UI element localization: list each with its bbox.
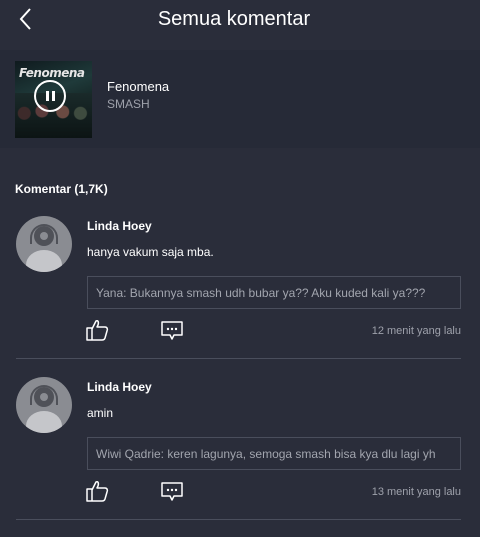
like-button[interactable] (86, 479, 110, 503)
song-title: Fenomena (107, 79, 170, 94)
album-cover: Fenomena (15, 61, 92, 138)
avatar[interactable] (16, 377, 72, 433)
comments-count-heading: Komentar (1,7K) (15, 182, 108, 196)
comment-text: amin (87, 406, 114, 420)
thumbs-up-icon (86, 481, 109, 502)
thumbs-up-icon (86, 320, 109, 341)
reply-preview[interactable]: Yana: Bukannya smash udh bubar ya?? Aku … (87, 276, 461, 309)
cover-title-text: Fenomena (19, 66, 85, 80)
comment-item: Linda Hoey hanya vakum saja mba. Yana: B… (0, 216, 480, 376)
comment-bubble-icon (161, 321, 183, 340)
reply-preview-text: Wiwi Qadrie: keren lagunya, semoga smash… (96, 447, 436, 461)
reply-button[interactable] (160, 481, 184, 503)
comment-timestamp: 13 menit yang lalu (371, 486, 461, 498)
reply-preview-text: Yana: Bukannya smash udh bubar ya?? Aku … (96, 286, 426, 300)
song-artist: SMASH (107, 97, 150, 111)
headphones-icon (30, 385, 58, 405)
header-bar: Semua komentar (0, 0, 480, 40)
pause-icon (46, 91, 49, 101)
comment-item: Linda Hoey amin Wiwi Qadrie: keren lagun… (0, 377, 480, 537)
divider (16, 519, 461, 520)
comment-author[interactable]: Linda Hoey (87, 219, 152, 233)
reply-preview[interactable]: Wiwi Qadrie: keren lagunya, semoga smash… (87, 437, 461, 470)
now-playing-card[interactable]: Fenomena Fenomena SMASH (0, 50, 480, 148)
comment-text: hanya vakum saja mba. (87, 245, 214, 259)
reply-button[interactable] (160, 320, 184, 342)
pause-button[interactable] (34, 80, 66, 112)
avatar[interactable] (16, 216, 72, 272)
headphones-icon (30, 224, 58, 244)
like-button[interactable] (86, 318, 110, 342)
comment-author[interactable]: Linda Hoey (87, 380, 152, 394)
comment-bubble-icon (161, 482, 183, 501)
page-title: Semua komentar (157, 8, 311, 30)
divider (16, 358, 461, 359)
comment-timestamp: 12 menit yang lalu (371, 325, 461, 337)
